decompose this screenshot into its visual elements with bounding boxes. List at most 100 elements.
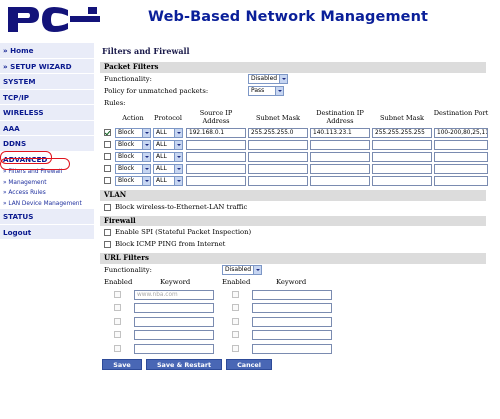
- functionality-select[interactable]: Disabled: [248, 73, 288, 84]
- col-protocol: Protocol: [154, 113, 182, 122]
- nav-wireless[interactable]: WIRELESS: [0, 105, 94, 121]
- vlan-row: Block wireless-to-Ethernet-LAN traffic: [100, 201, 492, 213]
- rule-action-select[interactable]: Block: [115, 139, 151, 150]
- url-enabled-checkbox[interactable]: [232, 331, 239, 339]
- rule-dest-mask-input[interactable]: [372, 139, 432, 150]
- nav-setup-wizard[interactable]: » SETUP WIZARD: [0, 58, 94, 74]
- rule-dest-port-input[interactable]: [434, 151, 488, 162]
- url-enabled-checkbox[interactable]: [114, 304, 121, 312]
- rule-source-ip-input[interactable]: [186, 176, 246, 187]
- url-keyword-input[interactable]: [134, 343, 214, 354]
- chevron-down-icon: [174, 128, 182, 137]
- rule-dest-mask-input[interactable]: [372, 176, 432, 187]
- rule-dest-ip-input[interactable]: [310, 151, 370, 162]
- rule-dest-ip-input[interactable]: [310, 139, 370, 150]
- main-content: Filters and Firewall Packet Filters Func…: [100, 43, 492, 371]
- functionality-label: Functionality:: [104, 74, 152, 83]
- rule-dest-port-input[interactable]: [434, 164, 488, 175]
- rule-protocol-select[interactable]: ALL: [153, 164, 183, 175]
- url-enabled-checkbox[interactable]: [114, 344, 121, 352]
- rule-dest-mask-input[interactable]: 255.255.255.255: [372, 127, 432, 138]
- rule-source-mask-input[interactable]: [248, 151, 308, 162]
- url-keyword-header-right: Keyword: [276, 277, 307, 286]
- rule-dest-port-input[interactable]: [434, 176, 488, 187]
- rule-action-select[interactable]: Block: [115, 164, 151, 175]
- nav-tcpip[interactable]: TCP/IP: [0, 89, 94, 105]
- rule-enable-checkbox[interactable]: [104, 140, 111, 148]
- rule-source-mask-input[interactable]: [248, 164, 308, 175]
- url-keyword-input[interactable]: [134, 316, 214, 327]
- sidebar: » Home » SETUP WIZARD SYSTEM TCP/IP WIRE…: [0, 43, 94, 240]
- url-header-row: Enabled Keyword Enabled Keyword: [100, 276, 492, 288]
- rule-protocol-select[interactable]: ALL: [153, 176, 183, 187]
- spi-checkbox[interactable]: [104, 229, 111, 237]
- chevron-down-icon: [174, 152, 182, 161]
- rule-source-ip-input[interactable]: [186, 151, 246, 162]
- firewall-heading: Firewall: [100, 215, 486, 227]
- url-keyword-input[interactable]: [252, 289, 332, 300]
- nav-aaa[interactable]: AAA: [0, 120, 94, 136]
- rule-enable-checkbox[interactable]: [104, 128, 111, 136]
- col-dest-port: Destination Port: [433, 108, 489, 117]
- subnav-access-rules[interactable]: » Access Rules: [0, 188, 94, 199]
- rule-dest-port-input[interactable]: 100-200,80,25,110: [434, 127, 488, 138]
- rule-dest-ip-input[interactable]: [310, 176, 370, 187]
- chevron-down-icon: [142, 152, 150, 161]
- url-keyword-input[interactable]: www.nba.com: [134, 289, 214, 300]
- cancel-button[interactable]: Cancel: [226, 359, 272, 371]
- rules-label-row: Rules:: [100, 97, 492, 109]
- nav-logout[interactable]: Logout: [0, 224, 94, 240]
- functionality-row: Functionality: Disabled: [100, 73, 492, 85]
- rule-dest-mask-input[interactable]: [372, 151, 432, 162]
- chevron-down-icon: [174, 140, 182, 149]
- rule-enable-checkbox[interactable]: [104, 165, 111, 173]
- rules-label: Rules:: [104, 98, 126, 107]
- nav-home[interactable]: » Home: [0, 43, 94, 59]
- url-enabled-checkbox[interactable]: [232, 304, 239, 312]
- url-keyword-input[interactable]: [252, 343, 332, 354]
- rule-action-select[interactable]: Block: [115, 151, 151, 162]
- rule-protocol-select[interactable]: ALL: [153, 127, 183, 138]
- rule-protocol-select[interactable]: ALL: [153, 139, 183, 150]
- subnav-management[interactable]: » Management: [0, 177, 94, 188]
- nav-status[interactable]: STATUS: [0, 209, 94, 225]
- rule-dest-ip-input[interactable]: [310, 164, 370, 175]
- rule-enable-checkbox[interactable]: [104, 152, 111, 160]
- nav-system[interactable]: SYSTEM: [0, 74, 94, 90]
- url-keyword-header-left: Keyword: [160, 277, 191, 286]
- rules-table: Block ALL 192.168.0.1 255.255.255.0 140.113.…: [100, 127, 492, 188]
- url-filter-row: [100, 328, 492, 342]
- rule-source-ip-input[interactable]: [186, 164, 246, 175]
- url-enabled-checkbox[interactable]: [232, 290, 239, 298]
- rule-enable-checkbox[interactable]: [104, 177, 111, 185]
- subnav-lan-device-management[interactable]: » LAN Device Management: [0, 198, 94, 209]
- policy-select[interactable]: Pass: [248, 85, 284, 96]
- rule-action-select[interactable]: Block: [115, 127, 151, 138]
- url-keyword-input[interactable]: [134, 303, 214, 314]
- url-enabled-checkbox[interactable]: [114, 290, 121, 298]
- url-keyword-input[interactable]: [134, 330, 214, 341]
- url-keyword-input[interactable]: [252, 330, 332, 341]
- vlan-block-checkbox[interactable]: [104, 203, 111, 211]
- url-keyword-input[interactable]: [252, 316, 332, 327]
- rule-protocol-select[interactable]: ALL: [153, 151, 183, 162]
- save-button[interactable]: Save: [102, 359, 142, 371]
- rule-dest-mask-input[interactable]: [372, 164, 432, 175]
- save-restart-button[interactable]: Save & Restart: [146, 359, 222, 371]
- rule-source-ip-input[interactable]: [186, 139, 246, 150]
- rule-source-mask-input[interactable]: 255.255.255.0: [248, 127, 308, 138]
- url-enabled-checkbox[interactable]: [232, 344, 239, 352]
- url-keyword-input[interactable]: [252, 303, 332, 314]
- url-enabled-checkbox[interactable]: [232, 317, 239, 325]
- rule-action-select[interactable]: Block: [115, 176, 151, 187]
- rule-dest-port-input[interactable]: [434, 139, 488, 150]
- rule-dest-ip-input[interactable]: 140.113.23.1: [310, 127, 370, 138]
- url-enabled-checkbox[interactable]: [114, 317, 121, 325]
- url-enabled-checkbox[interactable]: [114, 331, 121, 339]
- url-functionality-select[interactable]: Disabled: [222, 264, 262, 275]
- nav-ddns[interactable]: DDNS: [0, 136, 94, 152]
- icmp-checkbox[interactable]: [104, 241, 111, 249]
- rule-source-mask-input[interactable]: [248, 139, 308, 150]
- rule-source-ip-input[interactable]: 192.168.0.1: [186, 127, 246, 138]
- rule-source-mask-input[interactable]: [248, 176, 308, 187]
